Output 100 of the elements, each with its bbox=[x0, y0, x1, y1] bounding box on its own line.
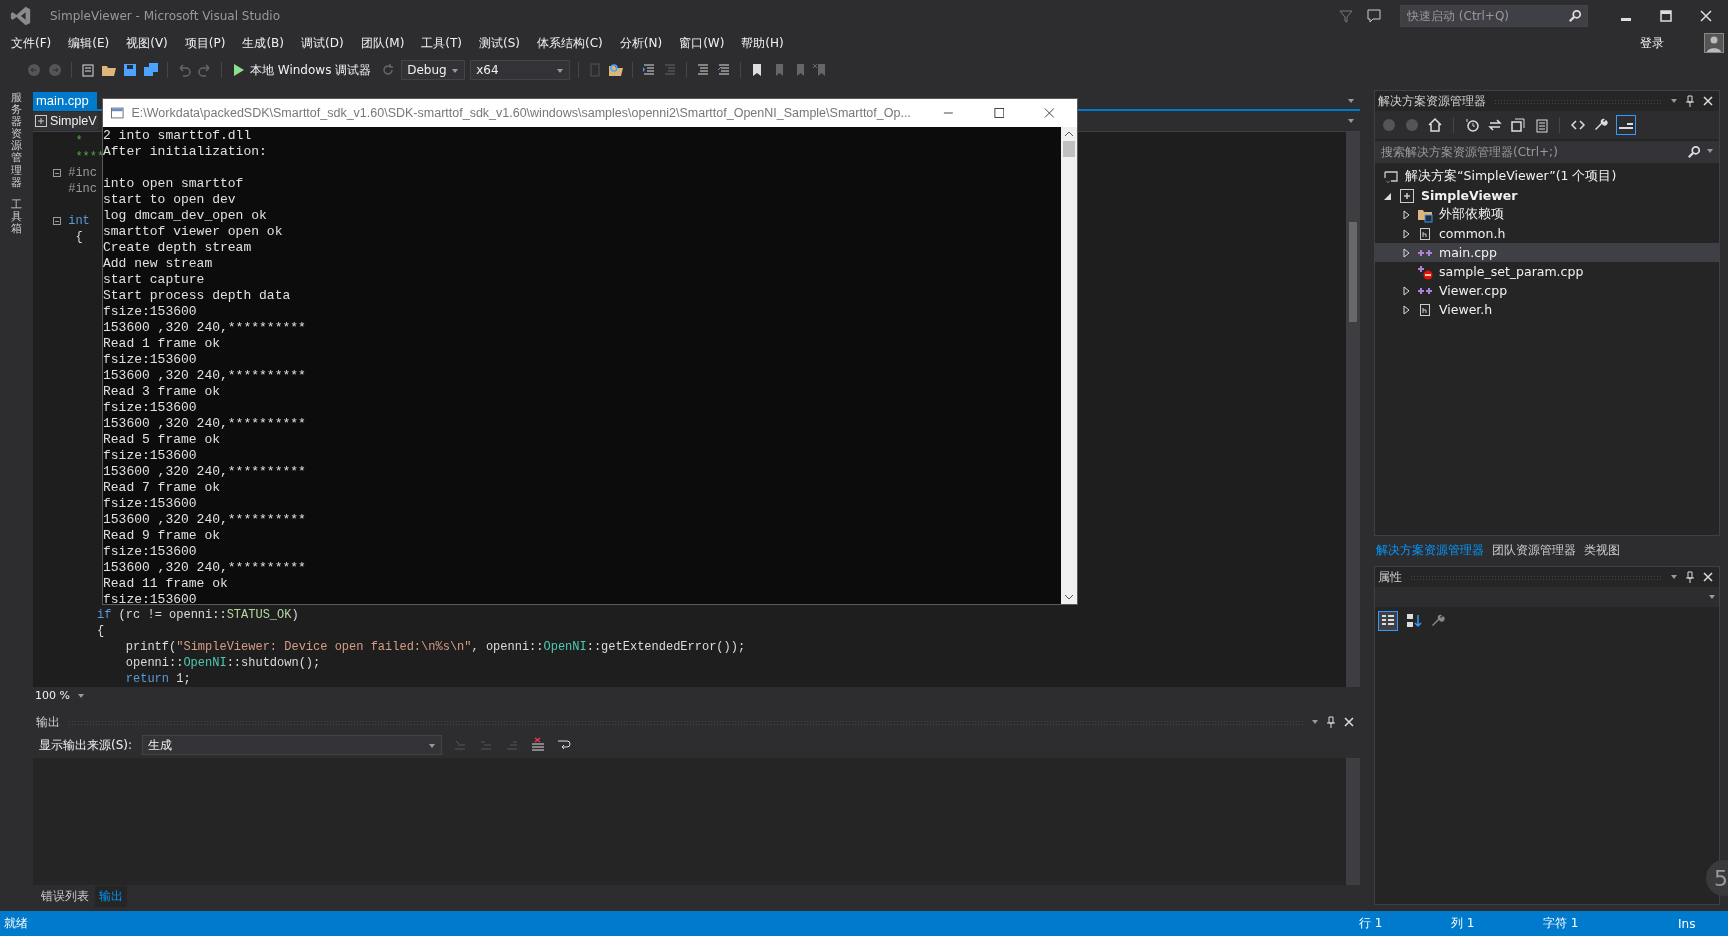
clear-all-icon[interactable] bbox=[530, 737, 547, 753]
quick-launch-field[interactable]: 快速启动 (Ctrl+Q) bbox=[1400, 5, 1588, 27]
maximize-icon[interactable] bbox=[993, 107, 1005, 119]
tree-item[interactable]: 解决方案“SimpleViewer”(1 个项目) bbox=[1375, 167, 1719, 186]
console-line: fsize:153600 bbox=[103, 304, 198, 320]
column-indicator: 列 1 bbox=[1451, 915, 1476, 932]
tree-item[interactable]: main.cpp bbox=[1375, 243, 1719, 262]
console-line: Add new stream bbox=[103, 256, 214, 272]
console-title: E:\Workdata\packedSDK\Smarttof_sdk_v1.60\SDK-smarttof_sdk_v1.60\windows\samples\openni2\Smarttof_OpenNI_Sample\Smarttof_Op... bbox=[131, 106, 911, 120]
menu-item[interactable]: 分析(N) bbox=[612, 34, 670, 52]
save-icon[interactable] bbox=[122, 62, 138, 78]
pin-icon[interactable] bbox=[1326, 716, 1336, 728]
panel-tab[interactable]: 输出 bbox=[95, 886, 127, 907]
save-all-icon[interactable] bbox=[143, 62, 159, 78]
tab-list-caret-icon[interactable] bbox=[1348, 99, 1354, 103]
output-source-dropdown[interactable]: 生成 bbox=[142, 735, 443, 755]
side-tab[interactable]: 服务器资源管理器 bbox=[11, 92, 22, 189]
code-line: { bbox=[74, 230, 83, 244]
panel-tab[interactable]: 解决方案资源管理器 bbox=[1376, 541, 1484, 559]
redo-icon[interactable] bbox=[197, 62, 213, 78]
project-dropdown[interactable]: SimpleV bbox=[33, 112, 98, 130]
show-all-files-icon[interactable] bbox=[1533, 117, 1549, 133]
menu-item[interactable]: 编辑(E) bbox=[61, 34, 117, 52]
member-dropdown-caret-icon[interactable] bbox=[1348, 119, 1354, 123]
search-field[interactable]: 搜索解决方案资源管理器(Ctrl+;) bbox=[1375, 141, 1719, 163]
menu-item[interactable]: 测试(S) bbox=[472, 34, 528, 52]
panel-tab[interactable]: 团队资源管理器 bbox=[1492, 541, 1576, 559]
scroll-up-icon[interactable] bbox=[1064, 131, 1074, 137]
tree-item[interactable]: Viewer.h bbox=[1375, 300, 1719, 319]
configuration-dropdown[interactable]: Debug bbox=[401, 60, 466, 80]
collapsed-arrow-icon[interactable] bbox=[1401, 228, 1411, 239]
collapsed-arrow-icon[interactable] bbox=[1401, 285, 1411, 296]
menu-item[interactable]: 团队(M) bbox=[353, 34, 412, 52]
categorized-icon[interactable] bbox=[1378, 611, 1398, 631]
header-file-icon bbox=[1417, 225, 1433, 242]
collapsed-arrow-icon[interactable] bbox=[1401, 247, 1411, 258]
console-line: fsize:153600 bbox=[103, 352, 198, 368]
sort-alphabetical-icon[interactable] bbox=[1406, 613, 1422, 629]
new-project-icon[interactable] bbox=[80, 62, 96, 78]
start-debugging-button[interactable]: 本地 Windows 调试器 bbox=[230, 59, 376, 81]
editor-scrollbar[interactable] bbox=[1346, 132, 1360, 687]
console-line: start capture bbox=[103, 272, 206, 288]
console-line: Read 5 frame ok bbox=[103, 432, 222, 448]
pin-icon[interactable] bbox=[1685, 95, 1695, 107]
collapse-icon[interactable] bbox=[53, 169, 61, 177]
home-icon[interactable] bbox=[1427, 117, 1443, 133]
side-tab[interactable]: 工具箱 bbox=[11, 198, 22, 236]
insert-mode-indicator: Ins bbox=[1678, 916, 1697, 931]
sign-in-link[interactable]: 登录 bbox=[1640, 34, 1664, 52]
wrench-icon[interactable] bbox=[1430, 613, 1446, 629]
panel-tab[interactable]: 类视图 bbox=[1584, 541, 1620, 559]
panel-menu-caret-icon[interactable] bbox=[1671, 575, 1677, 579]
menu-item[interactable]: 项目(P) bbox=[177, 34, 233, 52]
menu-item[interactable]: 体系结构(C) bbox=[530, 34, 610, 52]
menu-item[interactable]: 文件(F) bbox=[4, 34, 59, 52]
wrench-icon[interactable] bbox=[1593, 117, 1609, 133]
collapsed-arrow-icon[interactable] bbox=[1401, 304, 1411, 315]
code-line: #inc bbox=[68, 166, 97, 180]
menu-item[interactable]: 窗口(W) bbox=[672, 34, 732, 52]
collapse-all-icon[interactable] bbox=[1510, 117, 1526, 133]
avatar-icon[interactable] bbox=[1704, 33, 1724, 53]
platform-dropdown[interactable]: x64 bbox=[470, 60, 571, 80]
feedback-icon[interactable] bbox=[1366, 8, 1382, 24]
sync-icon[interactable] bbox=[1487, 117, 1503, 133]
collapse-icon[interactable] bbox=[53, 217, 61, 225]
panel-menu-caret-icon[interactable] bbox=[1312, 720, 1318, 724]
tree-item[interactable]: SimpleViewer bbox=[1375, 186, 1719, 205]
search-options-caret-icon[interactable] bbox=[1707, 149, 1713, 153]
tree-item[interactable]: common.h bbox=[1375, 224, 1719, 243]
code-line: * bbox=[74, 134, 83, 148]
tree-item[interactable]: 外部依赖项 bbox=[1375, 205, 1719, 224]
zoom-dropdown[interactable]: 100 % bbox=[35, 689, 90, 702]
console-line: fsize:153600 bbox=[103, 400, 198, 416]
panel-title: 输出 bbox=[36, 713, 60, 731]
menu-item[interactable]: 视图(V) bbox=[119, 34, 175, 52]
console-scrollbar[interactable] bbox=[1061, 127, 1077, 604]
scroll-down-icon[interactable] bbox=[1064, 594, 1074, 600]
menu-item[interactable]: 帮助(H) bbox=[734, 34, 791, 52]
menu-item[interactable]: 调试(D) bbox=[294, 34, 351, 52]
tree-item[interactable]: Viewer.cpp bbox=[1375, 281, 1719, 300]
menu-item[interactable]: 工具(T) bbox=[414, 34, 470, 52]
object-dropdown-caret-icon[interactable] bbox=[1709, 595, 1715, 599]
history-icon[interactable] bbox=[1464, 117, 1480, 133]
tree-item[interactable]: sample_set_param.cpp bbox=[1375, 262, 1719, 281]
code-line: { bbox=[96, 624, 105, 638]
console-line: 153600 ,320 240,********** bbox=[103, 416, 307, 432]
scroll-thumb[interactable] bbox=[1063, 141, 1075, 157]
console-line: start to open dev bbox=[103, 192, 237, 208]
line-indicator: 行 1 bbox=[1359, 915, 1384, 932]
panel-menu-caret-icon[interactable] bbox=[1671, 99, 1677, 103]
document-tab[interactable]: main.cpp bbox=[33, 92, 97, 109]
collapsed-arrow-icon[interactable] bbox=[1401, 209, 1411, 220]
output-scrollbar[interactable] bbox=[1346, 758, 1360, 885]
find-in-files-icon[interactable] bbox=[608, 62, 625, 78]
preview-icon[interactable] bbox=[1616, 115, 1636, 135]
console-line: fsize:153600 bbox=[103, 544, 198, 560]
code-line: if (rc != openni::STATUS_OK) bbox=[96, 608, 299, 622]
panel-tab[interactable]: 错误列表 bbox=[37, 886, 93, 907]
pin-icon[interactable] bbox=[1685, 571, 1695, 583]
menu-item[interactable]: 生成(B) bbox=[235, 34, 291, 52]
